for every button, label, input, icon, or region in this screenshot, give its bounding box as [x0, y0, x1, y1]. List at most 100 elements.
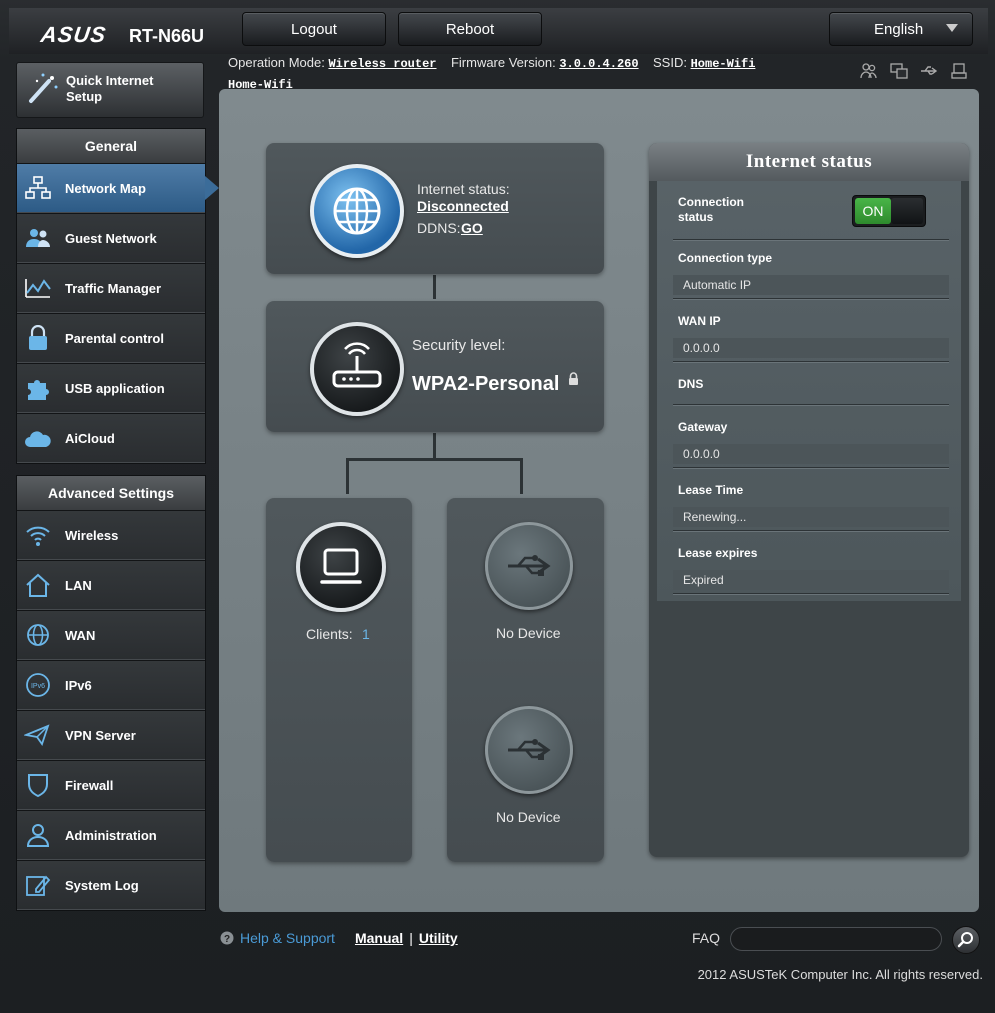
gateway-label: Gateway	[678, 420, 728, 434]
ssid-label: SSID:	[653, 55, 687, 70]
security-level-value: WPA2-Personal	[412, 373, 560, 395]
sidebar-label: IPv6	[65, 677, 92, 693]
logout-button[interactable]: Logout	[242, 12, 386, 46]
divider	[673, 298, 949, 300]
lease-expires-label: Lease expires	[678, 546, 758, 560]
connector-line	[433, 433, 436, 461]
sidebar-label: Guest Network	[65, 230, 157, 246]
devices-icon[interactable]	[890, 62, 908, 80]
sidebar-item-guest-network[interactable]: Guest Network	[17, 213, 205, 263]
divider	[673, 467, 949, 469]
internet-status-value[interactable]: Disconnected	[417, 198, 509, 214]
router-model: RT-N66U	[129, 26, 205, 46]
traffic-manager-icon	[25, 279, 51, 298]
connection-type-value: Automatic IP	[673, 275, 949, 295]
usb-status-icon[interactable]	[920, 62, 938, 80]
divider	[673, 404, 949, 406]
manual-link[interactable]: Manual	[355, 930, 403, 946]
connector-line	[346, 458, 349, 494]
wan-ip-label: WAN IP	[678, 314, 721, 328]
connection-type-label: Connection type	[678, 251, 773, 265]
divider	[673, 239, 949, 241]
cloud-icon	[25, 431, 51, 447]
sidebar-item-traffic-manager[interactable]: Traffic Manager	[17, 263, 205, 313]
sidebar-label: USB application	[65, 380, 165, 396]
advanced-menu: Advanced Settings Wireless LAN WAN IPv6 …	[16, 475, 206, 911]
sidebar-label: Wireless	[65, 527, 119, 543]
router-admin-page: { "header": { "brand": "ASUS", "model": …	[0, 0, 995, 1013]
sidebar-item-parental-control[interactable]: Parental control	[17, 313, 205, 363]
language-select[interactable]: English	[829, 12, 973, 46]
internet-status-label: Internet status:	[417, 181, 510, 197]
footer-links: ? Help & Support Manual | Utility	[220, 930, 458, 946]
printer-icon[interactable]	[950, 62, 968, 80]
sidebar-item-firewall[interactable]: Firewall	[17, 760, 205, 810]
sidebar-item-administration[interactable]: Administration	[17, 810, 205, 860]
network-map-icon	[25, 176, 51, 199]
vpn-icon	[24, 724, 50, 746]
utility-link[interactable]: Utility	[419, 930, 458, 946]
gateway-value: 0.0.0.0	[673, 444, 949, 464]
usb-icon[interactable]	[485, 706, 573, 794]
svg-text:IPv6: IPv6	[31, 683, 45, 690]
quick-setup-label-2: Setup	[66, 89, 103, 104]
op-mode-label: Operation Mode:	[228, 55, 325, 70]
computer-icon[interactable]	[296, 522, 386, 612]
sidebar-item-wireless[interactable]: Wireless	[17, 510, 205, 560]
sidebar-label: LAN	[65, 577, 92, 593]
firmware-label: Firmware Version:	[450, 55, 556, 70]
clients-count[interactable]: 1	[362, 626, 370, 642]
sidebar-label: Firewall	[65, 777, 114, 793]
sidebar-item-vpn-server[interactable]: VPN Server	[17, 710, 205, 760]
sidebar-item-usb-application[interactable]: USB application	[17, 363, 205, 413]
sidebar-item-system-log[interactable]: System Log	[17, 860, 205, 910]
sidebar-item-lan[interactable]: LAN	[17, 560, 205, 610]
sidebar-item-network-map[interactable]: Network Map	[17, 163, 219, 213]
firmware-link[interactable]: 3.0.0.4.260	[559, 57, 638, 71]
sidebar-item-wan[interactable]: WAN	[17, 610, 205, 660]
edit-icon	[26, 875, 51, 896]
help-support-link[interactable]: Help & Support	[240, 930, 335, 946]
lock-icon	[29, 325, 47, 350]
connector-line	[433, 275, 436, 299]
lease-expires-value: Expired	[673, 570, 949, 590]
ddns-label: DDNS:	[417, 220, 461, 236]
wifi-icon	[26, 526, 50, 546]
faq-label: FAQ	[692, 930, 721, 946]
sidebar-label: Network Map	[65, 180, 146, 196]
connector-line	[346, 458, 523, 461]
op-mode-link[interactable]: Wireless router	[328, 57, 436, 71]
lock-icon	[567, 372, 580, 386]
sidebar-label: System Log	[65, 877, 139, 893]
status-icons	[860, 62, 968, 80]
reboot-button[interactable]: Reboot	[398, 12, 542, 46]
usb-icon[interactable]	[485, 522, 573, 610]
status-panel-body: Connection status ON Connection type Aut…	[657, 181, 961, 601]
router-icon[interactable]	[310, 322, 404, 416]
faq-search-button[interactable]	[952, 926, 980, 954]
magic-wand-icon	[29, 73, 58, 103]
svg-text:?: ?	[224, 934, 230, 945]
connector-line	[520, 458, 523, 494]
connection-status-label-1: Connection	[678, 195, 744, 209]
ssid-link-1[interactable]: Home-Wifi	[691, 57, 756, 71]
chevron-down-icon	[946, 24, 958, 32]
sidebar-item-ipv6[interactable]: IPv6 IPv6	[17, 660, 205, 710]
general-menu: General Network Map Guest Network Traffi…	[16, 128, 219, 464]
clients-icon[interactable]	[860, 62, 878, 80]
faq-search-input[interactable]	[730, 927, 942, 951]
connection-toggle[interactable]: ON	[852, 195, 926, 227]
sidebar-item-aicloud[interactable]: AiCloud	[17, 413, 205, 463]
globe-icon[interactable]	[310, 164, 404, 258]
ddns-go-link[interactable]: GO	[461, 220, 483, 236]
lease-time-value: Renewing...	[673, 507, 949, 527]
divider	[673, 530, 949, 532]
usb2-status: No Device	[496, 809, 561, 825]
divider	[673, 361, 949, 363]
wan-ip-value: 0.0.0.0	[673, 338, 949, 358]
puzzle-icon	[28, 380, 49, 400]
user-icon	[26, 824, 50, 847]
toggle-knob	[891, 198, 923, 224]
quick-internet-setup-button[interactable]: Quick Internet Setup	[16, 62, 204, 118]
dns-label: DNS	[678, 377, 704, 391]
